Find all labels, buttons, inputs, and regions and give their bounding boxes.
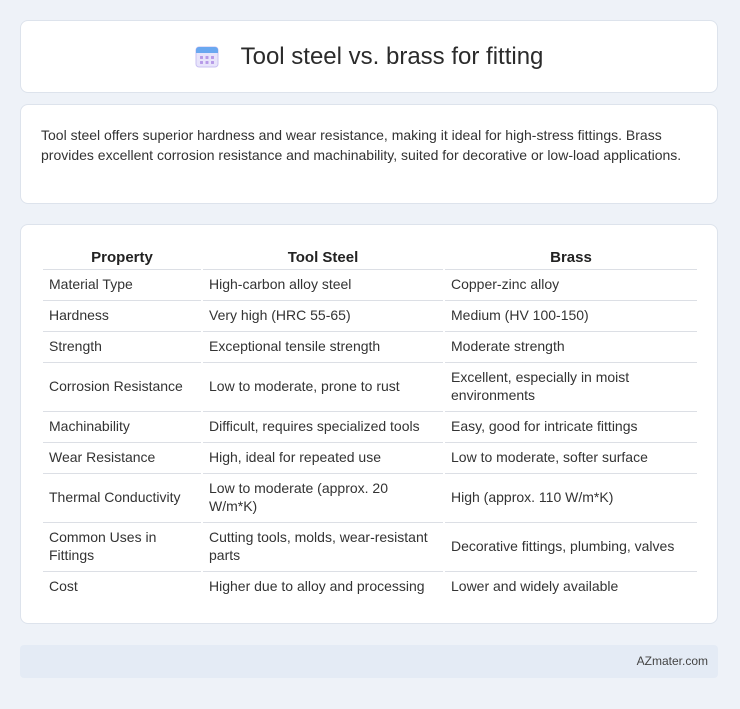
table-row: Thermal Conductivity Low to moderate (ap… <box>43 473 697 520</box>
table-row: Wear Resistance High, ideal for repeated… <box>43 442 697 471</box>
table-row: Material Type High-carbon alloy steel Co… <box>43 269 697 298</box>
column-header-brass: Brass <box>550 248 592 266</box>
summary-text: Tool steel offers superior hardness and … <box>41 127 682 163</box>
property-cell: Machinability <box>43 411 201 440</box>
tool-steel-cell: High-carbon alloy steel <box>203 269 443 298</box>
table-row: Corrosion Resistance Low to moderate, pr… <box>43 362 697 409</box>
brass-cell: Medium (HV 100-150) <box>445 300 697 329</box>
tool-steel-cell: Exceptional tensile strength <box>203 331 443 360</box>
table-row: Common Uses in Fittings Cutting tools, m… <box>43 522 697 569</box>
column-header-property: Property <box>91 248 153 266</box>
column-header-tool-steel: Tool Steel <box>287 248 359 266</box>
property-cell: Material Type <box>43 269 201 298</box>
tool-steel-cell: Difficult, requires specialized tools <box>203 411 443 440</box>
brass-cell: Moderate strength <box>445 331 697 360</box>
table-row: Hardness Very high (HRC 55-65) Medium (H… <box>43 300 697 329</box>
property-cell: Thermal Conductivity <box>43 473 201 520</box>
property-cell: Hardness <box>43 300 201 329</box>
footer-brand-link[interactable]: AZmater.com <box>637 654 708 668</box>
table-row: Machinability Difficult, requires specia… <box>43 411 697 440</box>
footer: AZmater.com <box>20 645 718 678</box>
tool-steel-cell: Low to moderate, prone to rust <box>203 362 443 409</box>
brass-cell: Low to moderate, softer surface <box>445 442 697 471</box>
brass-cell: Lower and widely available <box>445 571 697 600</box>
property-cell: Wear Resistance <box>43 442 201 471</box>
property-cell: Corrosion Resistance <box>43 362 201 409</box>
table-header-row: Property Tool Steel Brass <box>43 243 697 267</box>
property-cell: Strength <box>43 331 201 360</box>
page-title: Tool steel vs. brass for fitting <box>240 42 544 70</box>
summary-card: Tool steel offers superior hardness and … <box>20 104 718 204</box>
tool-steel-cell: Very high (HRC 55-65) <box>203 300 443 329</box>
brass-cell: Easy, good for intricate fittings <box>445 411 697 440</box>
tool-steel-cell: High, ideal for repeated use <box>203 442 443 471</box>
brass-cell: High (approx. 110 W/m*K) <box>445 473 697 520</box>
calendar-icon <box>195 46 219 67</box>
brass-cell: Excellent, especially in moist environme… <box>445 362 697 409</box>
property-cell: Common Uses in Fittings <box>43 522 201 569</box>
brass-cell: Decorative fittings, plumbing, valves <box>445 522 697 569</box>
brass-cell: Copper-zinc alloy <box>445 269 697 298</box>
comparison-table: Property Tool Steel Brass Material Type … <box>41 241 699 602</box>
tool-steel-cell: Cutting tools, molds, wear-resistant par… <box>203 522 443 569</box>
table-row: Strength Exceptional tensile strength Mo… <box>43 331 697 360</box>
comparison-table-card: Property Tool Steel Brass Material Type … <box>20 224 718 624</box>
table-row: Cost Higher due to alloy and processing … <box>43 571 697 600</box>
tool-steel-cell: Low to moderate (approx. 20 W/m*K) <box>203 473 443 520</box>
title-card: Tool steel vs. brass for fitting <box>20 20 718 93</box>
property-cell: Cost <box>43 571 201 600</box>
tool-steel-cell: Higher due to alloy and processing <box>203 571 443 600</box>
